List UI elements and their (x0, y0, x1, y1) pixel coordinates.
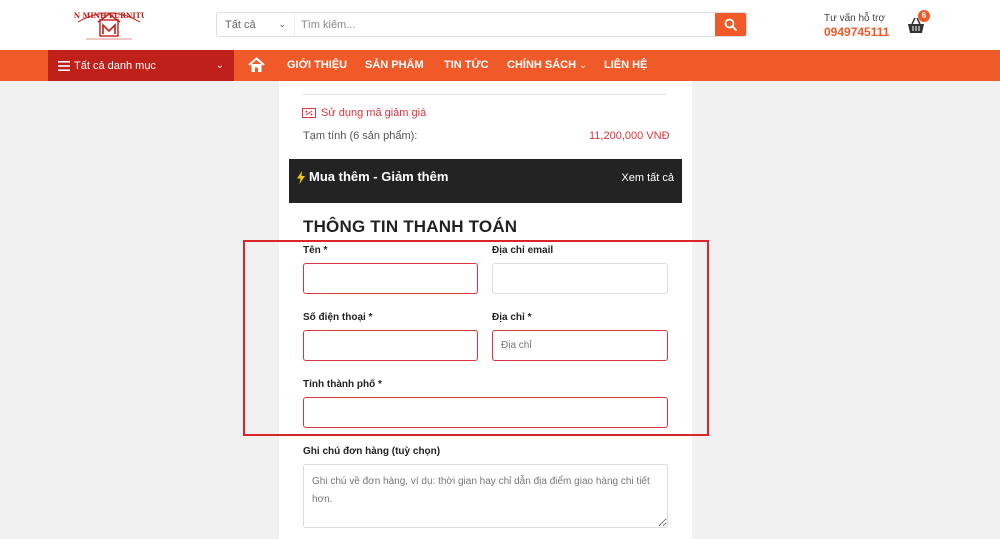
lightning-icon (297, 171, 305, 184)
menu-icon (58, 60, 70, 71)
search-bar: Tất cả ⌄ (216, 12, 747, 37)
nav-item-about[interactable]: GIỚI THIỆU (287, 59, 347, 71)
all-categories-label: Tất cả danh mục (74, 59, 156, 72)
home-button[interactable] (248, 57, 265, 73)
all-categories-menu[interactable]: Tất cả danh mục ⌄ (48, 50, 234, 81)
subtotal-label: Tạm tính (6 sản phẩm): (303, 130, 418, 142)
main-nav: Tất cả danh mục ⌄ GIỚI THIỆU SẢN PHẨM TI… (0, 50, 1000, 81)
nav-item-policy[interactable]: CHÍNH SÁCH ⌄ (507, 59, 587, 71)
order-note-label: Ghi chú đơn hàng (tuỳ chọn) (303, 446, 441, 457)
required-fields-highlight (243, 240, 709, 436)
search-input[interactable] (295, 13, 715, 36)
nav-item-contact[interactable]: LIÊN HỆ (604, 59, 647, 71)
nav-item-policy-label: CHÍNH SÁCH (507, 59, 577, 71)
nav-item-products[interactable]: SẢN PHẨM (365, 59, 424, 71)
view-all-link[interactable]: Xem tất cả (621, 172, 674, 184)
subtotal-value: 11,200,000 VNĐ (589, 130, 670, 142)
cart-count-badge: 6 (918, 10, 930, 22)
support-contact[interactable]: Tư vấn hỗ trợ 0949745111 (824, 13, 889, 39)
site-logo[interactable]: TIẾN MINH FURNITURE (60, 6, 158, 44)
nav-item-news[interactable]: TIN TỨC (444, 59, 489, 71)
search-category-select[interactable]: Tất cả ⌄ (217, 13, 295, 36)
site-header: TIẾN MINH FURNITURE Tất cả ⌄ Tư vấn hỗ t… (0, 0, 1000, 50)
coupon-label: Sử dụng mã giảm giá (321, 107, 427, 119)
billing-section-title: THÔNG TIN THANH TOÁN (303, 217, 518, 236)
order-note-textarea[interactable] (303, 464, 668, 528)
coupon-icon (302, 108, 316, 118)
buy-more-banner: Mua thêm - Giảm thêm Xem tất cả (289, 159, 682, 203)
coupon-link[interactable]: Sử dụng mã giảm giá (302, 107, 426, 119)
search-button[interactable] (715, 13, 746, 36)
chevron-down-icon: ⌄ (278, 19, 286, 29)
chevron-down-icon: ⌄ (579, 60, 587, 70)
chevron-down-icon: ⌄ (215, 60, 224, 71)
search-icon (724, 18, 737, 31)
home-icon (248, 57, 265, 72)
support-label: Tư vấn hỗ trợ (824, 13, 886, 24)
svg-text:TIẾN MINH FURNITURE: TIẾN MINH FURNITURE (74, 10, 144, 20)
promo-title: Mua thêm - Giảm thêm (309, 169, 449, 184)
support-phone[interactable]: 0949745111 (824, 25, 889, 39)
search-category-value: Tất cả (225, 18, 256, 31)
divider (303, 94, 667, 95)
